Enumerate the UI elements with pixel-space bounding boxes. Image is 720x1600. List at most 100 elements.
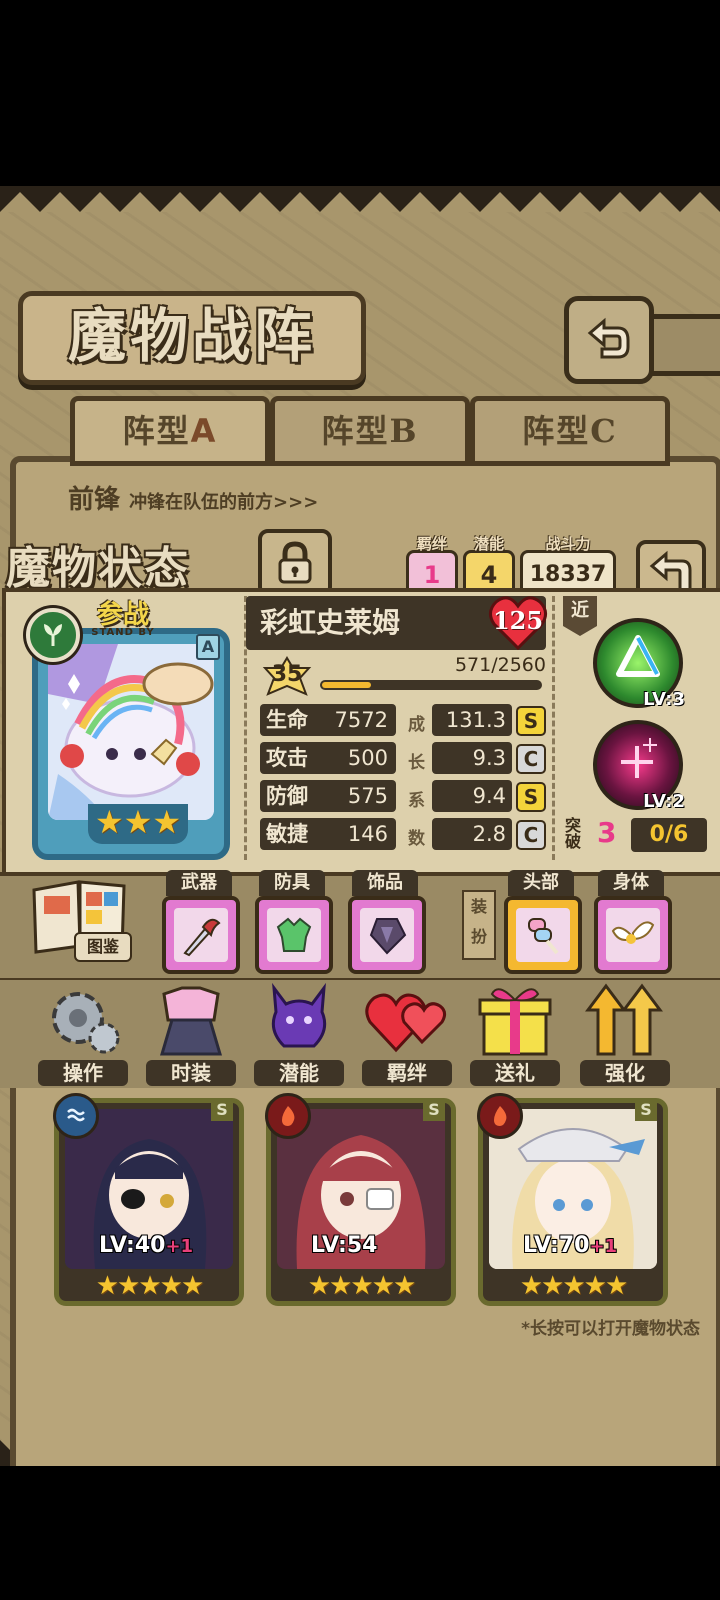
skill-2-level: LV:2 [643, 791, 685, 812]
return-arrow-icon [587, 317, 630, 359]
monster-name: 彩虹史莱姆 [260, 606, 401, 639]
stat-name: 攻击 [266, 746, 308, 770]
tab-a-label: 阵型 [122, 412, 191, 450]
bond-label: 羁绊 [416, 535, 447, 553]
roster-level: LV:40+1 [99, 1233, 193, 1258]
standby-badge: 参战 STAND BY [67, 602, 179, 638]
affection-value: 125 [492, 606, 544, 635]
head-slot[interactable]: 头部 [504, 870, 582, 974]
gear-icon [52, 992, 120, 1054]
range-tag: 近 [563, 596, 597, 636]
winged-charm-icon [611, 921, 655, 944]
armor-icon [276, 917, 312, 952]
dagger-icon [183, 918, 221, 957]
tab-formation-c[interactable]: 阵型C [470, 396, 670, 466]
encyclopedia-label: 图鉴 [74, 932, 132, 962]
action-operate[interactable]: 操作 [38, 980, 128, 1086]
stat-grade: S [516, 782, 546, 812]
stat-value: 500 [347, 746, 388, 770]
action-potential[interactable]: 潜能 [254, 980, 344, 1086]
action-label: 羁绊 [362, 1060, 452, 1086]
water-icon [67, 1108, 85, 1122]
stat-row-hp: 生命 7572 131.3 S [260, 704, 546, 736]
tab-b-label: 阵型 [321, 412, 390, 450]
monster-status-title: 魔物状态 [6, 543, 190, 594]
affection-heart: 125 [488, 594, 548, 652]
standby-en: STAND BY [91, 627, 155, 638]
tab-a-letter: A [190, 412, 218, 450]
exp-bar [320, 680, 542, 690]
water-element-badge [53, 1093, 99, 1139]
exp-text: 571/2560 [454, 654, 546, 676]
hearts-icon [365, 993, 447, 1053]
roster-rank: S [423, 1099, 445, 1121]
roster-card[interactable]: S LV:54 ★★★★★ [265, 1093, 456, 1306]
skill-1-level: LV:3 [643, 689, 685, 710]
stat-grade: C [516, 744, 546, 774]
body-tag: 身体 [598, 870, 664, 896]
action-gift[interactable]: 送礼 [470, 980, 560, 1086]
roster-level-plus: +1 [165, 1236, 194, 1257]
monster-status-panel: ★★★ 参战 STAND BY A 彩虹史莱姆 125 35 571/2560 … [2, 588, 720, 876]
gem-icon [369, 918, 407, 955]
action-label: 时装 [146, 1060, 236, 1086]
skill-1[interactable]: LV:3 [593, 618, 685, 710]
skill-2[interactable]: LV:2 [593, 720, 685, 812]
monster-card-area: ★★★ 参战 STAND BY A [12, 596, 247, 860]
tab-c-label: 阵型 [522, 412, 591, 450]
action-enhance[interactable]: 强化 [580, 980, 670, 1086]
tab-formation-b[interactable]: 阵型B [270, 396, 470, 466]
demon-silhouette-icon [271, 982, 327, 1048]
potential-label: 潜能 [473, 535, 504, 553]
stat-row-def: 防御 575 9.4 S [260, 780, 546, 812]
growth-label-2: 长 [408, 753, 425, 773]
stat-value: 7572 [334, 708, 388, 732]
weapon-slot[interactable]: 武器 [162, 870, 240, 974]
combat-power-label: 战斗力 [545, 535, 591, 553]
stat-name: 敏捷 [266, 822, 308, 846]
roster-level-value: LV:40 [99, 1233, 166, 1258]
limit-break: 突破 3 0/6 [565, 816, 709, 854]
roster-level: LV:54 [311, 1233, 377, 1258]
stat-name: 防御 [266, 784, 308, 808]
action-label: 强化 [580, 1060, 670, 1086]
page-title-banner: 魔物战阵 [18, 291, 366, 385]
roster-stars: ★★★★★ [519, 1271, 629, 1301]
stat-growth: 9.4 [472, 784, 506, 808]
encyclopedia-button[interactable]: 图鉴 [30, 876, 132, 966]
stat-growth: 2.8 [472, 822, 506, 846]
tab-b-letter: B [389, 412, 419, 450]
action-outfit[interactable]: 时装 [146, 980, 236, 1086]
rank-badge: A [196, 634, 220, 660]
back-button[interactable] [564, 296, 654, 384]
tab-c-letter: C [590, 412, 618, 450]
limit-break-progress: 0/6 [631, 818, 707, 852]
roster-stars: ★★★★★ [95, 1271, 205, 1301]
standby-cn: 参战 [96, 600, 149, 630]
action-label: 操作 [38, 1060, 128, 1086]
stat-growth: 9.3 [472, 746, 506, 770]
armor-tag: 防具 [259, 870, 325, 896]
page-title: 魔物战阵 [67, 302, 316, 370]
monster-portrait [48, 644, 214, 820]
marshmallow-icon [528, 918, 559, 955]
fire-icon [494, 1106, 507, 1126]
growth-label-1: 成 [408, 715, 425, 735]
outfit-icon [159, 986, 223, 1056]
accessory-slot[interactable]: 饰品 [348, 870, 426, 974]
dress-up-label: 装扮 [462, 890, 496, 960]
head-tag: 头部 [508, 870, 574, 896]
growth-label-3: 系 [408, 791, 425, 811]
action-label: 送礼 [470, 1060, 560, 1086]
action-bond[interactable]: 羁绊 [362, 980, 452, 1086]
body-slot[interactable]: 身体 [594, 870, 672, 974]
stat-grade: C [516, 820, 546, 850]
tab-formation-a[interactable]: 阵型A [70, 396, 270, 466]
roster-card[interactable]: S LV:70+1 ★★★★★ [477, 1093, 668, 1306]
card-star-rating: ★★★ [88, 804, 188, 844]
lock-button[interactable] [258, 529, 332, 597]
formation-tabs: 阵型A 阵型B 阵型C [15, 396, 705, 466]
stat-value: 146 [347, 822, 388, 846]
roster-card[interactable]: S LV:40+1 ★★★★★ [53, 1093, 244, 1306]
armor-slot[interactable]: 防具 [255, 870, 333, 974]
